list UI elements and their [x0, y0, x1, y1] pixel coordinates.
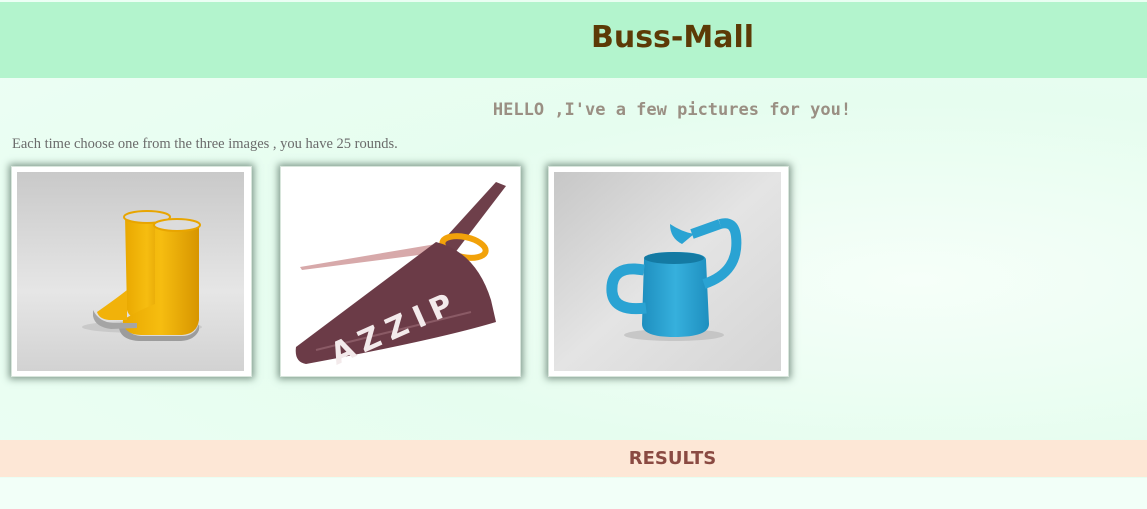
product-image-scissors[interactable]: A Z Z I P [280, 166, 521, 377]
instructions-text: Each time choose one from the three imag… [12, 136, 398, 152]
rain-boots-image [17, 172, 244, 371]
results-section: RESULTS [0, 440, 1147, 477]
site-header: Buss-Mall [0, 2, 1147, 78]
results-heading: RESULTS [628, 448, 717, 469]
page-title: Buss-Mall [590, 20, 755, 55]
product-image-water-can[interactable] [548, 166, 789, 377]
greeting-heading: HELLO ,I've a few pictures for you! [492, 100, 852, 120]
results-content-area [0, 478, 1147, 509]
product-image-boots[interactable] [11, 166, 252, 377]
pizza-scissors-image: A Z Z I P [286, 172, 513, 371]
watering-can-image [554, 172, 781, 371]
